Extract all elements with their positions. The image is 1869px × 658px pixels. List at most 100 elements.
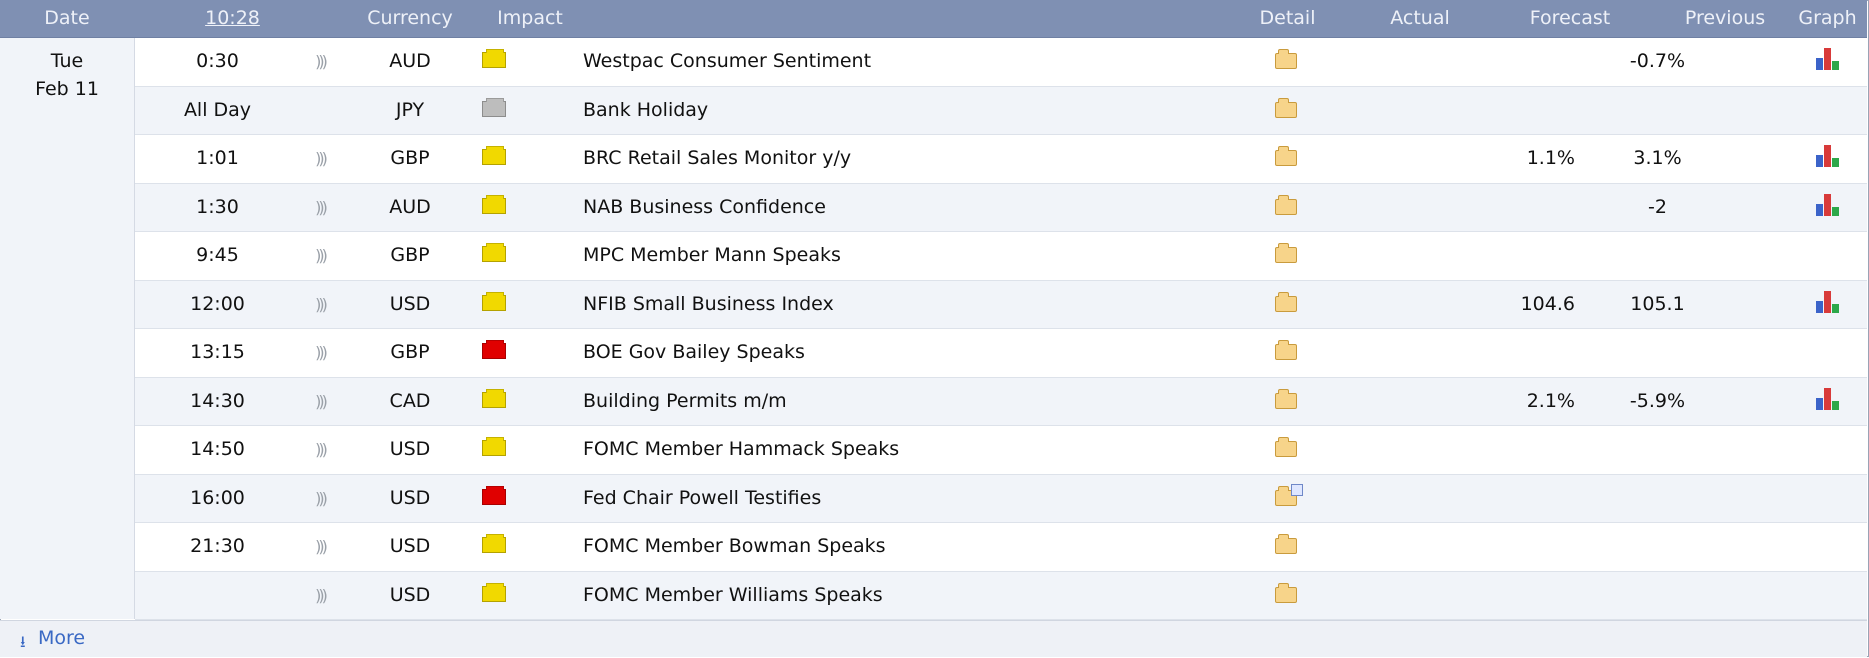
detail-folder-icon[interactable] (1275, 291, 1297, 312)
event-title[interactable]: Building Permits m/m (583, 378, 1283, 425)
detail-folder-icon[interactable] (1275, 194, 1297, 215)
event-title[interactable]: FOMC Member Hammack Speaks (583, 426, 1283, 473)
event-currency: USD (389, 486, 431, 509)
event-forecast (1445, 38, 1575, 85)
event-row[interactable]: 1:01))) GBP BRC Retail Sales Monitor y/y 1.… (135, 135, 1867, 184)
impact-folder-icon (482, 437, 506, 456)
alarm-icon[interactable]: ))) (300, 135, 340, 182)
detail-folder-icon[interactable] (1275, 49, 1297, 69)
bar-graph-icon[interactable] (1815, 193, 1843, 216)
event-title[interactable]: Fed Chair Powell Testifies (583, 475, 1283, 522)
header-currency: Currency (367, 7, 453, 29)
detail-folder-icon[interactable] (1275, 437, 1297, 457)
event-currency: USD (389, 583, 431, 606)
alarm-icon[interactable]: ))) (300, 523, 340, 570)
event-title[interactable]: BOE Gov Bailey Speaks (583, 329, 1283, 376)
bar-graph-icon[interactable] (1815, 387, 1843, 410)
event-currency: GBP (390, 147, 430, 169)
event-time: 12:00 (190, 292, 245, 315)
alarm-icon[interactable]: ))) (300, 378, 340, 425)
detail-folder-icon[interactable] (1275, 146, 1297, 166)
impact-folder-icon (482, 243, 506, 262)
graph-bar (1816, 300, 1823, 313)
event-row[interactable]: 9:45))) GBP MPC Member Mann Speaks (135, 232, 1867, 281)
event-title[interactable]: FOMC Member Bowman Speaks (583, 523, 1283, 570)
impact-folder-icon (482, 534, 506, 553)
event-previous (1585, 475, 1730, 522)
event-previous: 105.1 (1630, 292, 1685, 315)
event-time: All Day (183, 98, 252, 121)
impact-folder-icon (482, 194, 506, 214)
event-currency: GBP (390, 244, 430, 266)
bar-graph-icon[interactable] (1815, 145, 1843, 167)
event-row[interactable]: 1:30))) AUD NAB Business Confidence -2 (135, 183, 1867, 232)
event-row[interactable]: 12:00))) USD NFIB Small Business Index 104.… (135, 280, 1867, 329)
alarm-icon[interactable]: ))) (300, 38, 340, 85)
event-actual (1330, 329, 1440, 376)
header-time-link[interactable]: 10:28 (150, 0, 315, 37)
event-title[interactable]: NFIB Small Business Index (583, 281, 1283, 328)
alarm-icon[interactable]: ))) (300, 329, 340, 376)
event-title[interactable]: Bank Holiday (583, 87, 1283, 134)
alarm-icon[interactable]: ))) (300, 232, 340, 279)
event-row[interactable]: 16:00))) USD Fed Chair Powell Testifies (135, 474, 1867, 523)
event-previous (1585, 523, 1730, 570)
detail-folder-icon[interactable] (1275, 388, 1297, 409)
event-row[interactable]: 21:30))) USD FOMC Member Bowman Speaks (135, 523, 1867, 572)
alarm-icon[interactable]: ))) (300, 281, 340, 328)
event-actual (1330, 281, 1440, 328)
event-row[interactable]: 0:30))) AUD Westpac Consumer Sentiment -0.7… (135, 38, 1867, 87)
header-actual: Actual (1390, 7, 1450, 29)
event-time: 9:45 (196, 244, 239, 266)
more-link[interactable]: More (38, 627, 85, 649)
graph-bar (1816, 58, 1823, 70)
graph-bar (1832, 158, 1839, 167)
detail-folder-icon[interactable] (1275, 243, 1297, 263)
event-time: 14:30 (190, 389, 245, 412)
date-month-day: Feb 11 (35, 78, 99, 100)
event-actual (1330, 426, 1440, 473)
bar-graph-icon[interactable] (1815, 290, 1843, 313)
event-time: 0:30 (196, 50, 239, 72)
detail-folder-icon[interactable] (1275, 340, 1297, 360)
event-actual (1330, 378, 1440, 425)
event-actual (1330, 523, 1440, 570)
alarm-icon[interactable]: ))) (300, 572, 340, 619)
alarm-icon[interactable]: ))) (300, 426, 340, 473)
header-forecast: Forecast (1529, 7, 1611, 29)
event-forecast (1445, 184, 1575, 231)
graph-bar (1824, 193, 1831, 216)
event-row[interactable]: 14:30))) CAD Building Permits m/m 2.1% -5.9% (135, 377, 1867, 426)
alarm-icon[interactable] (300, 87, 340, 134)
event-previous (1585, 572, 1730, 619)
event-title[interactable]: Westpac Consumer Sentiment (583, 38, 1283, 85)
event-forecast: 104.6 (1520, 292, 1575, 315)
header-graph: Graph (1798, 7, 1857, 29)
impact-folder-icon (482, 146, 506, 165)
event-title[interactable]: NAB Business Confidence (583, 184, 1283, 231)
bar-graph-icon[interactable] (1815, 48, 1843, 70)
header-date: Date (44, 7, 90, 29)
event-row[interactable]: ))) USD FOMC Member Williams Speaks (135, 571, 1867, 620)
event-time: 1:01 (196, 147, 239, 169)
event-forecast (1445, 475, 1575, 522)
event-row[interactable]: 14:50))) USD FOMC Member Hammack Speaks (135, 426, 1867, 475)
impact-folder-icon (482, 388, 506, 408)
event-previous (1585, 329, 1730, 376)
event-title[interactable]: FOMC Member Williams Speaks (583, 572, 1283, 619)
detail-folder-icon[interactable] (1275, 483, 1303, 506)
event-currency: USD (389, 438, 431, 460)
detail-folder-icon[interactable] (1275, 582, 1297, 603)
event-row[interactable]: All Day JPY Bank Holiday (135, 86, 1867, 135)
alarm-icon[interactable]: ))) (300, 184, 340, 231)
detail-folder-icon[interactable] (1275, 97, 1297, 118)
event-actual (1330, 572, 1440, 619)
event-title[interactable]: MPC Member Mann Speaks (583, 232, 1283, 279)
event-title[interactable]: BRC Retail Sales Monitor y/y (583, 135, 1283, 182)
event-currency: USD (389, 535, 431, 557)
alarm-icon[interactable]: ))) (300, 475, 340, 522)
detail-folder-icon[interactable] (1275, 534, 1297, 554)
event-currency: GBP (390, 341, 430, 363)
event-actual (1330, 232, 1440, 279)
event-row[interactable]: 13:15))) GBP BOE Gov Bailey Speaks (135, 329, 1867, 378)
